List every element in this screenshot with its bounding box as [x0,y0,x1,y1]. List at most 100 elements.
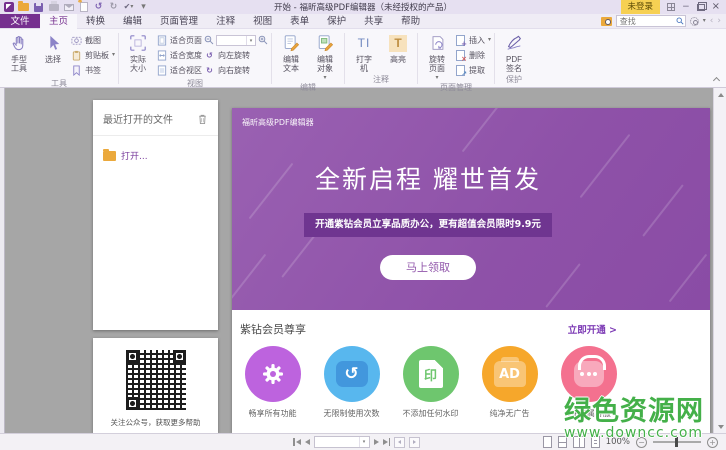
clear-recent-trash-icon[interactable] [197,113,208,125]
select-tool-button[interactable]: 选择 [37,31,69,64]
fit-visible-button[interactable]: 适合视区 [156,63,202,77]
quick-access-toolbar: ↺ ↻ ✔▾ ▾ [0,0,149,13]
typewriter-button[interactable]: TI 打字机 [348,31,380,73]
delete-page-icon: × [455,49,467,62]
insert-page-button[interactable]: + 插入 ▾ [455,33,491,47]
last-page-button[interactable] [382,438,390,446]
layout-grid-icon[interactable] [667,3,676,11]
folder-icon [103,148,116,161]
tab-convert[interactable]: 转换 [77,14,114,28]
group-label-comment: 注释 [373,75,390,85]
vertical-scrollbar[interactable] [713,88,726,433]
scroll-down-icon[interactable] [714,420,726,433]
tab-scroll-right-icon[interactable]: › [717,16,721,26]
previous-page-button[interactable] [304,439,310,445]
open-file-button[interactable] [18,1,29,13]
continuous-view-icon[interactable] [557,436,567,448]
zoom-slider[interactable] [653,437,701,447]
edit-object-button[interactable]: 编辑对象 ▾ [309,31,341,81]
search-options-caret-icon[interactable]: ▾ [703,18,706,24]
actual-size-button[interactable]: 实际大小 [122,31,154,73]
open-file-link[interactable]: 打开... [93,136,218,175]
close-button[interactable]: × [712,2,720,12]
facing-view-icon[interactable] [572,436,585,448]
banner-subline-ribbon: 开通紫钻会员立享品质办公，更有超值会员限时9.9元 [304,213,552,237]
redo-button[interactable]: ↻ [108,2,119,13]
hand-tool-button[interactable]: 手型工具 [3,31,35,73]
single-page-view-icon[interactable] [542,436,552,448]
tab-scroll-left-icon[interactable]: ‹ [710,16,714,26]
feature-no-watermark: 印 不添加任何水印 [391,346,470,419]
scroll-up-icon[interactable] [714,88,726,101]
start-page-panel: 福昕高级PDF编辑器 全新启程 耀世首发 开通紫钻会员立享品质办公，更有超值会员… [232,108,710,433]
edit-text-button[interactable]: 编辑文本 [275,31,307,73]
customize-toolbar-button[interactable]: ▾ [138,2,149,13]
zoom-out-icon[interactable] [204,35,214,45]
hand-tool-quick-button[interactable]: ✔ ▾ [123,2,134,13]
next-view-button[interactable] [409,436,420,448]
highlight-icon: T [389,33,408,53]
previous-view-button[interactable] [394,436,405,448]
zoom-level-combobox[interactable]: ▾ [216,34,257,46]
restore-button[interactable] [696,1,707,11]
zoom-out-button[interactable]: − [636,436,647,448]
tab-page-management[interactable]: 页面管理 [151,14,207,28]
claim-now-button[interactable]: 马上领取 [380,255,476,280]
zoom-in-button[interactable]: + [707,436,718,448]
highlight-button[interactable]: T 高亮 [382,31,414,64]
search-options-gear-icon[interactable] [689,16,699,26]
tab-home[interactable]: 主页 [40,14,78,29]
zoom-in-icon[interactable] [258,35,268,45]
undo-button[interactable]: ↺ [93,2,104,13]
rotate-left-button[interactable]: ↺ 向左旋转 [204,48,268,62]
tab-file[interactable]: 文件 [0,14,40,28]
email-button[interactable] [63,2,74,13]
new-document-button[interactable] [78,0,89,13]
next-page-button[interactable] [373,439,379,445]
feature-no-ads: AD 纯净无广告 [470,346,549,419]
clipboard-icon [71,50,82,61]
fit-width-button[interactable]: 适合宽度 [156,48,202,62]
zoom-slider-thumb[interactable] [675,437,678,447]
pdf-sign-button[interactable]: PDF签名 [498,31,530,73]
bookmark-button[interactable]: 书签 [71,63,115,77]
collapse-ribbon-icon[interactable] [712,76,721,85]
extract-page-button[interactable]: ↗ 提取 [455,63,491,77]
first-page-button[interactable] [293,438,301,446]
feature-all-functions: 畅享所有功能 [233,346,312,419]
tab-view[interactable]: 视图 [244,14,281,28]
tab-form[interactable]: 表单 [281,14,318,28]
delete-page-button[interactable]: × 删除 [455,48,491,62]
tab-comment[interactable]: 注释 [207,14,244,28]
zoom-controls: ▾ [204,33,268,47]
ribbon-group-view: 实际大小 适合页面 适合宽度 适合视区 ▾ ↺ 向左旋转 ↻ 向右旋转 视图 [119,29,271,88]
titlebar-controls: 未登录 − × [620,0,726,14]
fit-visible-icon [156,64,167,76]
continuous-facing-view-icon[interactable] [590,436,600,448]
rotate-pages-button[interactable]: 旋转页面 ▾ [421,31,453,81]
login-status-badge[interactable]: 未登录 [620,0,661,14]
rotate-pages-icon [429,33,446,53]
promo-banner[interactable]: 福昕高级PDF编辑器 全新启程 耀世首发 开通紫钻会员立享品质办公，更有超值会员… [232,108,710,310]
ribbon-group-protect: PDF签名 保护 [495,29,533,87]
minimize-button[interactable]: − [682,2,690,12]
tab-protect[interactable]: 保护 [318,14,355,28]
search-in-folder-icon[interactable] [600,16,612,26]
recent-files-panel: 最近打开的文件 打开... [93,100,218,330]
clipboard-button[interactable]: 剪贴板 ▾ [71,48,115,62]
view-zoom-controls: 100% − + [542,436,718,448]
save-button[interactable] [33,2,44,13]
page-number-combobox[interactable]: ▾ [313,436,370,448]
tab-edit[interactable]: 编辑 [114,14,151,28]
print-button[interactable] [48,0,59,13]
tab-share[interactable]: 共享 [355,14,392,28]
qr-caption: 关注公众号，获取更多帮助 [110,418,201,427]
search-icon[interactable] [676,17,684,25]
fit-page-button[interactable]: 适合页面 [156,33,202,47]
edit-text-icon [283,33,300,53]
snapshot-button[interactable]: 截图 [71,33,115,47]
tab-help[interactable]: 帮助 [392,14,429,28]
activate-now-link[interactable]: 立即开通 > [568,322,617,336]
rotate-right-button[interactable]: ↻ 向右旋转 [204,63,268,77]
left-panel-collapsed[interactable] [0,88,5,433]
